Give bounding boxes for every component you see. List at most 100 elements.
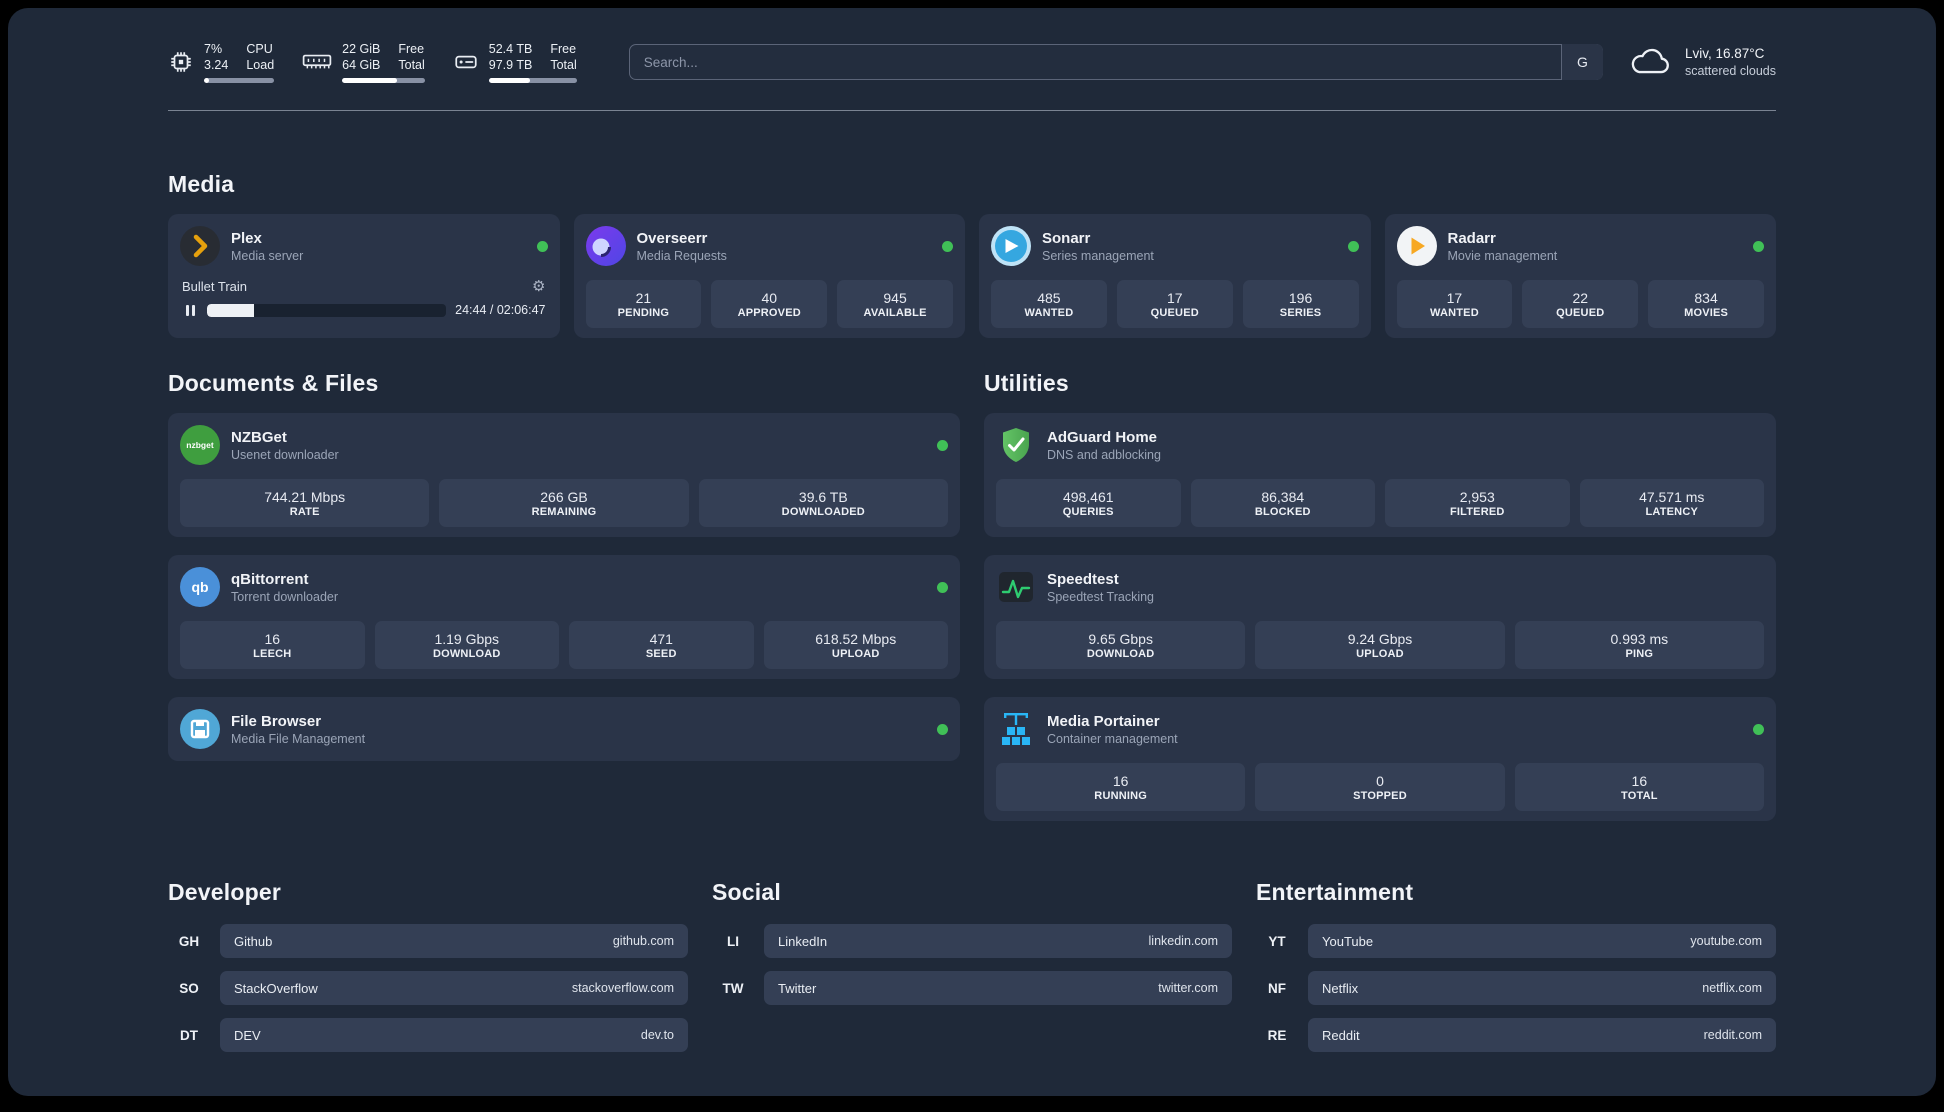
nzbget-card[interactable]: nzbget NZBGet Usenet downloader 744.21 M… <box>168 413 960 537</box>
stat-value: 0.993 ms <box>1610 630 1669 647</box>
app-name: qBittorrent <box>231 570 309 588</box>
bookmark-link-linkedin[interactable]: LinkedIn linkedin.com <box>764 924 1232 958</box>
app-name: Sonarr <box>1042 229 1091 247</box>
ram-total-label: Total <box>398 58 425 72</box>
stat-label: UPLOAD <box>1356 647 1404 660</box>
ram-labels: Free Total <box>398 41 424 73</box>
documents-section: Documents & Files nzbget NZBGet Usenet d… <box>168 370 960 761</box>
stat-value: 485 <box>1037 289 1061 306</box>
bookmark-row: DT DEV dev.to <box>168 1018 688 1052</box>
stat-value: 266 GB <box>540 488 588 505</box>
speedtest-card[interactable]: Speedtest Speedtest Tracking 9.65 Gbps D… <box>984 555 1776 679</box>
social-section: Social LI LinkedIn linkedin.com TW Twitt… <box>712 879 1232 1065</box>
stat-label: LEECH <box>253 647 292 660</box>
nzbget-icon: nzbget <box>180 425 220 465</box>
bookmark-row: YT YouTube youtube.com <box>1256 924 1776 958</box>
playback-time: 24:44 / 02:06:47 <box>455 303 546 317</box>
cpu-load-label: Load <box>246 58 275 72</box>
bookmark-link-dev[interactable]: DEV dev.to <box>220 1018 688 1052</box>
playback-progress-bar[interactable] <box>207 303 447 317</box>
search-input[interactable] <box>628 44 1603 80</box>
stat-tile: 22 QUEUED <box>1522 280 1639 328</box>
bookmark-link-netflix[interactable]: Netflix netflix.com <box>1308 971 1776 1005</box>
bookmark-name: YouTube <box>1322 933 1374 949</box>
cpu-usage-bar <box>204 78 275 83</box>
stat-tile: 471 SEED <box>569 621 754 669</box>
stat-label: DOWNLOAD <box>432 647 501 660</box>
app-subtitle: Media Requests <box>636 248 727 263</box>
app-subtitle: Movie management <box>1447 248 1558 263</box>
app-subtitle: Series management <box>1042 248 1154 263</box>
bookmark-link-youtube[interactable]: YouTube youtube.com <box>1308 924 1776 958</box>
disk-usage-bar <box>488 78 577 83</box>
search-engine-button[interactable]: G <box>1560 44 1603 80</box>
bookmark-domain: twitter.com <box>1158 981 1218 995</box>
bookmark-link-reddit[interactable]: Reddit reddit.com <box>1308 1018 1776 1052</box>
developer-section: Developer GH Github github.com SO StackO… <box>168 879 688 1065</box>
stat-tile: 16 TOTAL <box>1514 763 1764 811</box>
radarr-card[interactable]: Radarr Movie management 17 WANTED 22 QUE… <box>1384 214 1776 338</box>
stat-value: 498,461 <box>1062 488 1114 505</box>
stat-value: 0 <box>1376 772 1384 789</box>
status-dot <box>937 581 948 593</box>
media-grid: Plex Media server Bullet Train ⚙ 24:44 /… <box>168 214 1776 338</box>
bookmark-row: TW Twitter twitter.com <box>712 971 1232 1005</box>
cpu-load-value: 3.24 <box>204 58 229 72</box>
media-heading: Media <box>168 171 235 197</box>
disk-labels: Free Total <box>550 41 576 73</box>
stat-tile: 266 GB REMAINING <box>439 479 689 527</box>
stat-value: 17 <box>1446 289 1463 306</box>
cpu-label: CPU <box>246 42 273 56</box>
stat-tile: 40 APPROVED <box>711 280 828 328</box>
ram-icon <box>302 54 332 69</box>
stat-tile: 17 WANTED <box>1396 280 1513 328</box>
app-subtitle: Usenet downloader <box>231 447 339 462</box>
stat-tile: 17 QUEUED <box>1116 280 1233 328</box>
disk-free-value: 52.4 TB <box>488 42 533 56</box>
bookmark-link-github[interactable]: Github github.com <box>220 924 688 958</box>
stat-tile: 47.571 ms LATENCY <box>1579 479 1764 527</box>
stat-value: 22 <box>1572 289 1589 306</box>
stat-label: QUEUED <box>1150 306 1199 319</box>
bookmark-link-twitter[interactable]: Twitter twitter.com <box>764 971 1232 1005</box>
stat-label: QUERIES <box>1062 505 1114 518</box>
bookmark-abbr: GH <box>178 933 200 949</box>
stat-label: QUEUED <box>1556 306 1605 319</box>
ram-values: 22 GiB 64 GiB <box>342 41 380 73</box>
stat-value: 471 <box>649 630 673 647</box>
stat-tile: 498,461 QUERIES <box>996 479 1181 527</box>
sonarr-card[interactable]: Sonarr Series management 485 WANTED 17 Q… <box>979 214 1371 338</box>
filebrowser-card[interactable]: File Browser Media File Management <box>168 697 960 761</box>
app-name: Radarr <box>1447 229 1496 247</box>
disk-icon <box>455 55 477 69</box>
status-dot <box>1753 240 1764 252</box>
app-name: Plex <box>231 229 262 247</box>
cpu-icon <box>171 52 191 72</box>
gear-icon[interactable]: ⚙ <box>532 279 545 294</box>
app-name: AdGuard Home <box>1047 428 1158 446</box>
disk-total-label: Total <box>550 58 577 72</box>
status-dot <box>1347 240 1359 252</box>
bookmark-link-stackoverflow[interactable]: StackOverflow stackoverflow.com <box>220 971 688 1005</box>
pause-icon[interactable] <box>182 303 198 317</box>
bookmark-abbr: NF <box>1268 980 1286 996</box>
bookmark-name: Github <box>234 933 273 949</box>
media-section: Media Plex Media server Bullet Train ⚙ 2… <box>168 171 1776 338</box>
stat-label: DOWNLOADED <box>781 505 865 518</box>
overseerr-card[interactable]: Overseerr Media Requests 21 PENDING 40 A… <box>573 214 965 338</box>
status-dot <box>1753 723 1764 735</box>
topbar: 7% 3.24 CPU Load 22 GiB 64 GiB Free Tota… <box>168 38 1776 86</box>
portainer-card[interactable]: Media Portainer Container management 16 … <box>984 697 1776 821</box>
adguard-card[interactable]: AdGuard Home DNS and adblocking 498,461 … <box>984 413 1776 537</box>
stat-value: 744.21 Mbps <box>264 488 346 505</box>
bookmark-name: Netflix <box>1322 980 1359 996</box>
plex-card[interactable]: Plex Media server Bullet Train ⚙ 24:44 /… <box>168 214 560 338</box>
stat-value: 9.24 Gbps <box>1347 630 1413 647</box>
bookmark-domain: reddit.com <box>1703 1028 1762 1042</box>
stat-label: PING <box>1625 647 1654 660</box>
qbittorrent-card[interactable]: qb qBittorrent Torrent downloader 16 LEE… <box>168 555 960 679</box>
stat-value: 21 <box>635 289 652 306</box>
stat-value: 40 <box>761 289 778 306</box>
stat-tile: 618.52 Mbps UPLOAD <box>763 621 948 669</box>
bookmark-abbr: DT <box>180 1027 198 1043</box>
